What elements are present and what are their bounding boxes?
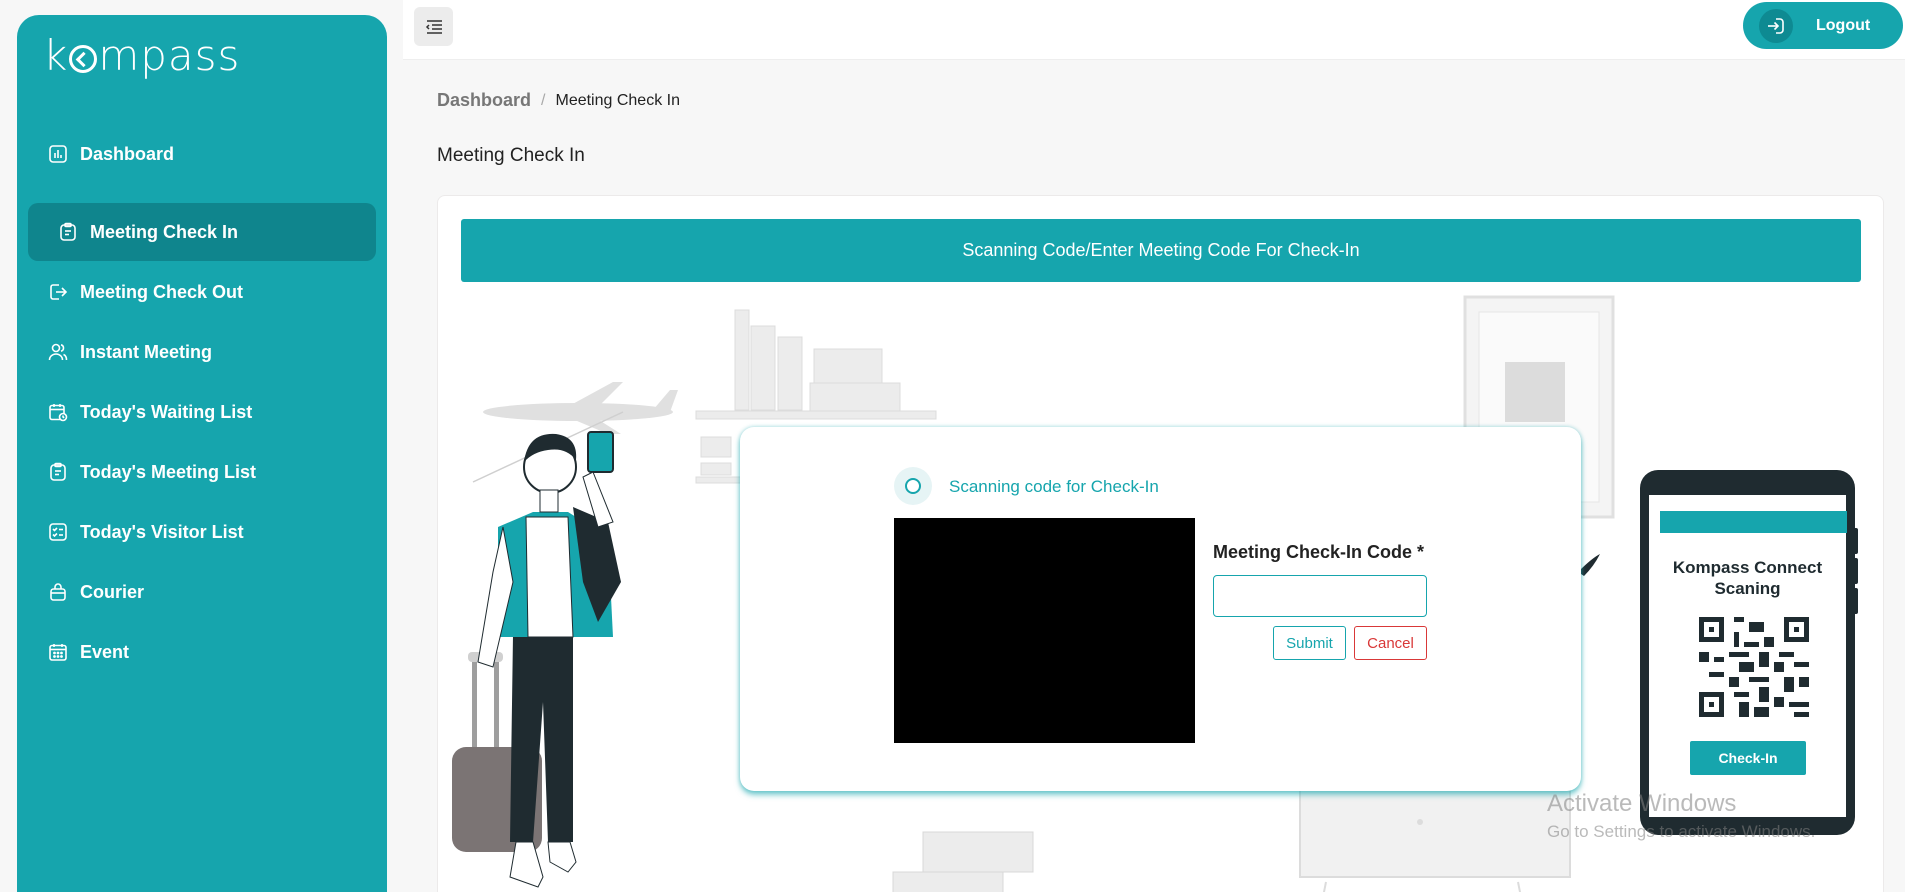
phone-check-in-button: Check-In [1690, 741, 1806, 775]
camera-preview [894, 518, 1195, 743]
sidebar-item-label: Today's Waiting List [80, 401, 253, 422]
sidebar-item-event[interactable]: Event [28, 623, 376, 681]
sidebar-item-label: Courier [80, 581, 145, 602]
menu-collapse-icon [425, 19, 442, 34]
sidebar-item-todays-meeting-list[interactable]: Today's Meeting List [28, 443, 376, 501]
clipboard-icon [58, 222, 78, 242]
phone-side-button [1853, 558, 1858, 584]
users-icon [48, 342, 68, 362]
breadcrumb-current: Meeting Check In [555, 91, 680, 109]
scan-mode-label: Scanning code for Check-In [949, 477, 1159, 496]
sidebar-item-meeting-check-in[interactable]: Meeting Check In [28, 203, 376, 261]
check-in-code-label: Meeting Check-In Code * [1213, 542, 1425, 562]
phone-title: Kompass Connect Scaning [1649, 557, 1846, 599]
bag-icon [48, 582, 68, 602]
sidebar: k mpass Dashboard Meeting Check In Meetin… [17, 15, 387, 892]
card-header-banner: Scanning Code/Enter Meeting Code For Che… [461, 219, 1861, 282]
sidebar-item-label: Instant Meeting [80, 341, 213, 362]
phone-title-line1: Kompass Connect [1672, 558, 1823, 577]
phone-side-button [1853, 528, 1858, 554]
sidebar-item-label: Meeting Check Out [80, 281, 244, 302]
phone-screen: Kompass Connect Scaning Check-In [1649, 495, 1847, 817]
calendar-icon [48, 642, 68, 662]
watermark-subtitle: Go to Settings to activate Windows. [1547, 822, 1816, 841]
sidebar-item-todays-visitor-list[interactable]: Today's Visitor List [28, 503, 376, 561]
kompass-logo[interactable]: k mpass [43, 31, 240, 80]
sidebar-item-todays-waiting-list[interactable]: Today's Waiting List [28, 383, 376, 441]
sidebar-item-meeting-check-out[interactable]: Meeting Check Out [28, 263, 376, 321]
calendar-clock-icon [48, 402, 68, 422]
cancel-button[interactable]: Cancel [1354, 626, 1427, 660]
page-title: Meeting Check In [437, 145, 585, 166]
logo-text-start: k [43, 31, 69, 80]
sidebar-item-label: Today's Meeting List [80, 461, 256, 482]
sidebar-item-instant-meeting[interactable]: Instant Meeting [28, 323, 376, 381]
breadcrumb-dashboard-link[interactable]: Dashboard [437, 90, 531, 111]
top-bar: Logout [403, 0, 1905, 60]
watermark-title: Activate Windows [1547, 790, 1737, 817]
phone-title-line2: Scaning [1714, 579, 1781, 598]
phone-illustration: Kompass Connect Scaning Check-In [1640, 470, 1858, 835]
clipboard-list-icon [48, 462, 68, 482]
breadcrumb: Dashboard / Meeting Check In [437, 90, 680, 111]
check-in-code-input[interactable] [1213, 575, 1427, 617]
check-in-modal: Scanning code for Check-In Meeting Check… [740, 427, 1581, 791]
breadcrumb-separator: / [541, 91, 546, 109]
logo-text-end: mpass [98, 31, 241, 80]
logout-label: Logout [1816, 16, 1871, 34]
sidebar-item-courier[interactable]: Courier [28, 563, 376, 621]
submit-button[interactable]: Submit [1273, 626, 1346, 660]
login-icon [1759, 8, 1793, 43]
radio-circle-icon [905, 478, 921, 494]
toggle-sidebar-button[interactable] [414, 7, 453, 46]
sidebar-item-label: Event [80, 641, 130, 662]
sidebar-item-label: Dashboard [80, 143, 175, 164]
sidebar-item-label: Meeting Check In [90, 221, 239, 242]
qr-code-icon [1699, 617, 1809, 717]
sidebar-item-label: Today's Visitor List [80, 521, 244, 542]
windows-activation-watermark: Activate Windows Go to Settings to activ… [1547, 790, 1815, 842]
sidebar-item-dashboard[interactable]: Dashboard [28, 125, 376, 183]
compass-logo-icon [69, 44, 98, 73]
checklist-icon [48, 522, 68, 542]
chart-icon [48, 144, 68, 164]
logout-button[interactable]: Logout [1743, 2, 1903, 49]
scan-mode-radio[interactable] [894, 467, 932, 505]
exit-icon [48, 282, 68, 302]
phone-side-button [1853, 588, 1858, 614]
phone-header-bar [1660, 511, 1847, 533]
